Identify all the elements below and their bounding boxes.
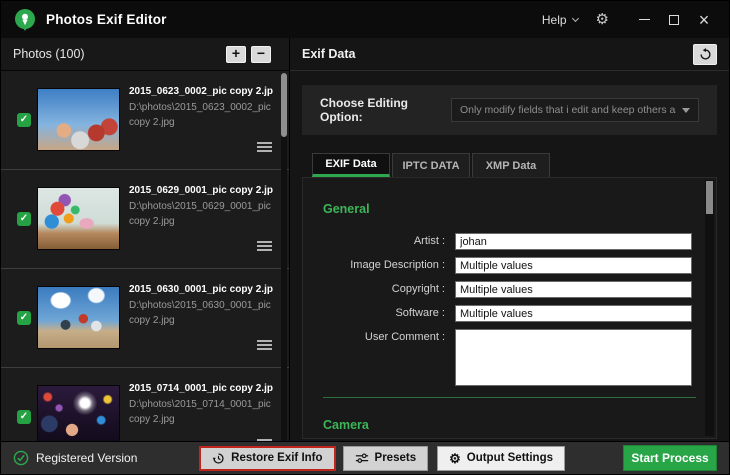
photo-list-item[interactable]: ✓ 2015_0623_0002_pic copy 2.jpg D:\photo…	[1, 71, 289, 170]
registered-version-label: Registered Version	[36, 451, 137, 465]
photo-thumbnail	[37, 385, 120, 441]
restore-exif-info-button[interactable]: Restore Exif Info	[199, 446, 335, 471]
photo-checkbox[interactable]: ✓	[17, 410, 31, 424]
photo-filename: 2015_0630_0001_pic copy 2.jpg	[129, 284, 273, 295]
refresh-icon	[699, 48, 712, 61]
photo-thumbnail	[37, 187, 120, 250]
registered-version-status: Registered Version	[13, 450, 137, 466]
app-title: Photos Exif Editor	[46, 12, 167, 27]
maximize-button[interactable]	[659, 8, 689, 32]
add-photos-button[interactable]: +	[226, 46, 246, 63]
row-menu-icon[interactable]	[257, 241, 272, 251]
photo-list-item[interactable]: ✓ 2015_0714_0001_pic copy 2.jpg D:\photo…	[1, 368, 289, 441]
exif-panel-title: Exif Data	[302, 47, 356, 61]
settings-gear-icon[interactable]: ⚙	[596, 12, 609, 27]
registered-check-icon	[13, 450, 29, 466]
photo-checkbox[interactable]: ✓	[17, 311, 31, 325]
photo-filename: 2015_0714_0001_pic copy 2.jpg	[129, 383, 273, 394]
photo-list[interactable]: ✓ 2015_0623_0002_pic copy 2.jpg D:\photo…	[1, 71, 289, 441]
field-label-user-comment: User Comment :	[303, 329, 455, 343]
app-window: Photos Exif Editor Help ⚙ × Photos (100)…	[0, 0, 730, 475]
photo-filename: 2015_0629_0001_pic copy 2.jpg	[129, 185, 273, 196]
editing-option-value: Only modify fields that i edit and keep …	[460, 104, 676, 116]
close-icon: ×	[699, 11, 710, 29]
editing-option-panel: Choose Editing Option: Only modify field…	[302, 85, 717, 135]
start-process-button[interactable]: Start Process	[623, 445, 717, 471]
tab-xmp-data[interactable]: XMP Data	[472, 153, 550, 177]
restore-icon	[212, 452, 225, 465]
form-scrollbar-thumb[interactable]	[706, 181, 713, 214]
exif-form-area: General Artist : Image Description : Cop…	[302, 177, 717, 439]
field-label-artist: Artist :	[303, 233, 455, 247]
maximize-icon	[669, 15, 679, 25]
help-label: Help	[542, 13, 567, 27]
photo-list-item[interactable]: ✓ 2015_0629_0001_pic copy 2.jpg D:\photo…	[1, 170, 289, 269]
app-logo-icon	[13, 8, 37, 32]
output-settings-button[interactable]: ⚙ Output Settings	[437, 446, 565, 471]
section-title-general: General	[323, 202, 716, 216]
presets-button[interactable]: Presets	[343, 446, 429, 471]
minimize-icon	[639, 19, 650, 20]
editing-option-dropdown[interactable]: Only modify fields that i edit and keep …	[451, 98, 699, 122]
photos-sidebar: Photos (100) + − ✓ 2015_0623_0002_pic co…	[1, 38, 290, 441]
refresh-button[interactable]	[693, 44, 717, 65]
tab-iptc-data[interactable]: IPTC DATA	[392, 153, 470, 177]
photo-filepath: D:\photos\2015_0629_0001_pic copy 2.jpg	[129, 200, 273, 229]
photo-filename: 2015_0623_0002_pic copy 2.jpg	[129, 86, 273, 97]
copyright-field[interactable]	[455, 281, 692, 298]
software-field[interactable]	[455, 305, 692, 322]
close-button[interactable]: ×	[689, 8, 719, 32]
photo-list-item[interactable]: ✓ 2015_0630_0001_pic copy 2.jpg D:\photo…	[1, 269, 289, 368]
artist-field[interactable]	[455, 233, 692, 250]
row-menu-icon[interactable]	[257, 439, 272, 441]
user-comment-field[interactable]	[455, 329, 692, 386]
start-process-label: Start Process	[631, 451, 708, 465]
photos-count-label: Photos (100)	[13, 47, 85, 61]
remove-photos-button[interactable]: −	[251, 46, 271, 63]
editing-option-label: Choose Editing Option:	[320, 96, 451, 124]
field-label-software: Software :	[303, 305, 455, 319]
data-tabs: EXIF Data IPTC DATA XMP Data	[312, 153, 729, 177]
photo-filepath: D:\photos\2015_0714_0001_pic copy 2.jpg	[129, 398, 273, 427]
row-menu-icon[interactable]	[257, 340, 272, 350]
section-divider	[323, 397, 696, 398]
gear-icon: ⚙	[449, 452, 461, 465]
photo-checkbox[interactable]: ✓	[17, 113, 31, 127]
sliders-icon	[355, 452, 369, 464]
sidebar-header: Photos (100) + −	[1, 38, 289, 71]
title-bar: Photos Exif Editor Help ⚙ ×	[1, 1, 729, 38]
image-description-field[interactable]	[455, 257, 692, 274]
sidebar-scrollbar-thumb[interactable]	[281, 73, 287, 137]
presets-label: Presets	[375, 452, 417, 464]
help-menu[interactable]: Help	[542, 13, 578, 27]
exif-panel-header: Exif Data	[290, 38, 729, 71]
photo-thumbnail	[37, 286, 120, 349]
output-settings-label: Output Settings	[467, 452, 553, 464]
row-menu-icon[interactable]	[257, 142, 272, 152]
section-title-camera: Camera	[323, 418, 716, 432]
tab-exif-data[interactable]: EXIF Data	[312, 153, 390, 177]
exif-panel: Exif Data Choose Editing Option: Only mo…	[290, 38, 729, 441]
sidebar-scrollbar[interactable]	[281, 73, 287, 441]
photo-filepath: D:\photos\2015_0623_0002_pic copy 2.jpg	[129, 101, 273, 130]
field-label-copyright: Copyright :	[303, 281, 455, 295]
form-scrollbar[interactable]	[705, 180, 714, 436]
dropdown-caret-icon	[682, 108, 690, 113]
field-label-image-description: Image Description :	[303, 257, 455, 271]
photo-filepath: D:\photos\2015_0630_0001_pic copy 2.jpg	[129, 299, 273, 328]
minimize-button[interactable]	[629, 8, 659, 32]
chevron-down-icon	[572, 14, 579, 21]
photo-thumbnail	[37, 88, 120, 151]
restore-exif-info-label: Restore Exif Info	[231, 452, 322, 464]
status-bar: Registered Version Restore Exif Info Pre	[1, 441, 729, 474]
photo-checkbox[interactable]: ✓	[17, 212, 31, 226]
